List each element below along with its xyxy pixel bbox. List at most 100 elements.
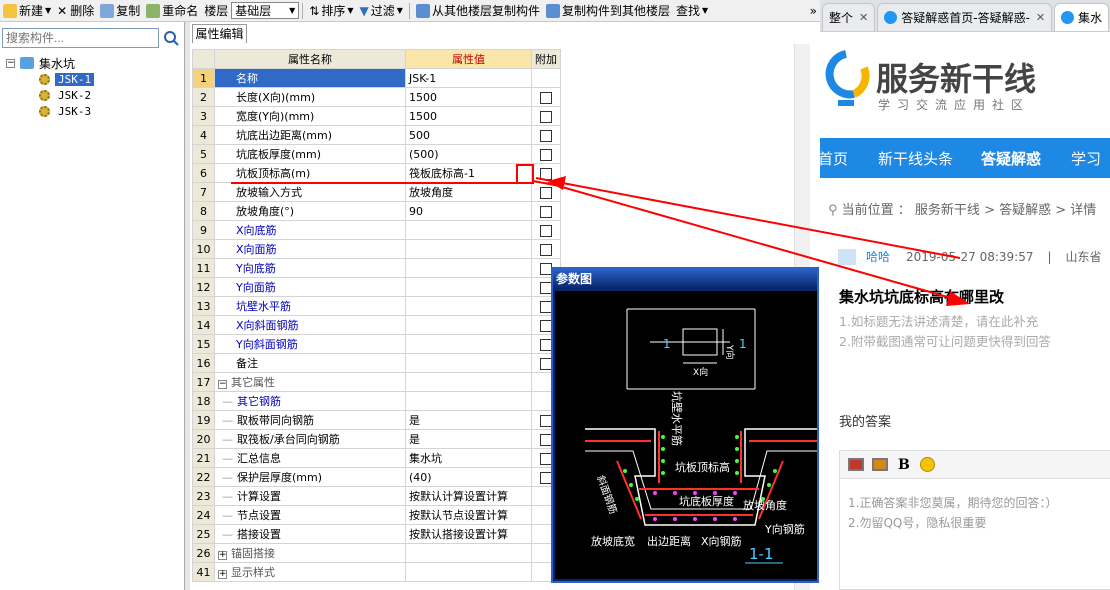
emoji-icon[interactable] xyxy=(919,457,935,472)
extra-cell[interactable] xyxy=(531,201,561,221)
table-row[interactable]: 6 坑板顶标高(m) 筏板底标高-1 xyxy=(192,163,561,183)
search-button[interactable] xyxy=(160,28,182,48)
property-name-cell[interactable]: X向面筋 xyxy=(214,239,406,259)
table-row[interactable]: 24— 节点设置 按默认节点设置计算 xyxy=(192,505,561,525)
table-row[interactable]: 20— 取筏板/承台同向钢筋是 xyxy=(192,429,561,449)
close-icon[interactable]: ✕ xyxy=(1036,11,1045,24)
header-value[interactable]: 属性值 xyxy=(405,49,532,69)
property-name-cell[interactable]: + 显示样式 xyxy=(214,562,406,582)
property-value-cell[interactable] xyxy=(405,296,532,316)
property-value-cell[interactable] xyxy=(405,277,532,297)
property-value-cell[interactable] xyxy=(405,391,532,411)
property-value-cell[interactable] xyxy=(405,258,532,278)
property-name-cell[interactable]: X向斜面钢筋 xyxy=(214,315,406,335)
property-name-cell[interactable]: — 取板带同向钢筋 xyxy=(214,410,406,430)
property-name-cell[interactable]: 坑底出边距离(mm) xyxy=(214,125,406,145)
property-name-cell[interactable]: Y向斜面钢筋 xyxy=(214,334,406,354)
site-logo[interactable]: 服务新干线 学习交流应用社区 xyxy=(820,40,1110,130)
copy-to-floor-button[interactable]: 复制构件到其他楼层 xyxy=(543,1,673,21)
rename-button[interactable]: 重命名 xyxy=(143,1,201,21)
property-value-cell[interactable]: (500) xyxy=(405,144,532,164)
property-name-cell[interactable]: 备注 xyxy=(214,353,406,373)
table-row[interactable]: 3 宽度(Y向)(mm) 1500 xyxy=(192,106,561,126)
attach-checkbox[interactable] xyxy=(540,205,552,218)
extra-cell[interactable] xyxy=(531,106,561,126)
browser-tab-active[interactable]: 集水 xyxy=(1054,3,1110,31)
attach-checkbox[interactable] xyxy=(540,224,552,237)
close-icon[interactable]: ✕ xyxy=(859,11,868,24)
table-row[interactable]: 12 Y向面筋 xyxy=(192,277,561,297)
header-name[interactable]: 属性名称 xyxy=(214,49,406,69)
extra-cell[interactable] xyxy=(531,87,561,107)
property-name-cell[interactable]: 坑板顶标高(m) xyxy=(214,163,406,183)
property-value-cell[interactable] xyxy=(405,334,532,354)
delete-button[interactable]: ✕ 删除 xyxy=(54,1,97,21)
table-row[interactable]: 13 坑壁水平筋 xyxy=(192,296,561,316)
property-name-cell[interactable]: Y向底筋 xyxy=(214,258,406,278)
extra-cell[interactable] xyxy=(531,125,561,145)
expand-icon[interactable]: + xyxy=(218,551,227,560)
find-button[interactable]: 查找 ▼ xyxy=(673,1,711,21)
table-row[interactable]: 16 备注 xyxy=(192,353,561,373)
extra-cell[interactable] xyxy=(531,239,561,259)
toolbar-overflow-button[interactable]: » xyxy=(807,1,820,21)
property-value-cell[interactable] xyxy=(405,543,532,563)
search-input[interactable] xyxy=(2,28,159,48)
attach-checkbox[interactable] xyxy=(540,186,552,199)
property-name-cell[interactable]: — 搭接设置 xyxy=(214,524,406,544)
extra-cell[interactable] xyxy=(531,220,561,240)
property-value-cell[interactable]: JSK-1 xyxy=(405,68,532,88)
property-value-cell[interactable]: 集水坑 xyxy=(405,448,532,468)
attach-checkbox[interactable] xyxy=(540,110,552,123)
table-row[interactable]: 5 坑底板厚度(mm) (500) xyxy=(192,144,561,164)
new-button[interactable]: 新建 ▼ xyxy=(0,1,54,21)
attach-checkbox[interactable] xyxy=(540,148,552,161)
browser-tab[interactable]: 整个 ✕ xyxy=(822,3,876,31)
property-value-cell[interactable]: 按默认搭接设置计算 xyxy=(405,524,532,544)
property-name-cell[interactable]: 放坡角度(°) xyxy=(214,201,406,221)
floor-select[interactable]: 基础层 ▼ xyxy=(231,2,300,19)
property-name-cell[interactable]: — 汇总信息 xyxy=(214,448,406,468)
attach-checkbox[interactable] xyxy=(540,91,552,104)
nav-learning[interactable]: 学习 xyxy=(1071,148,1101,169)
browser-tab[interactable]: 答疑解惑首页-答疑解惑- ✕ xyxy=(877,3,1053,31)
property-value-cell[interactable] xyxy=(405,315,532,335)
property-value-cell[interactable]: 按默认计算设置计算 xyxy=(405,486,532,506)
property-name-cell[interactable]: 长度(X向)(mm) xyxy=(214,87,406,107)
property-name-cell[interactable]: 名称 xyxy=(214,68,406,88)
image-icon[interactable] xyxy=(848,458,864,471)
table-row[interactable]: 11 Y向底筋 xyxy=(192,258,561,278)
nav-headlines[interactable]: 新干线头条 xyxy=(878,148,953,169)
property-value-cell[interactable]: 放坡角度 xyxy=(405,182,532,202)
property-name-cell[interactable]: − 其它属性 xyxy=(214,372,406,392)
property-value-cell[interactable] xyxy=(405,353,532,373)
property-name-cell[interactable]: — 计算设置 xyxy=(214,486,406,506)
sort-button[interactable]: ⇅ 排序 ▼ xyxy=(306,1,356,21)
author[interactable]: 哈哈 xyxy=(866,248,890,265)
table-row[interactable]: 21— 汇总信息 集水坑 xyxy=(192,448,561,468)
tree-root[interactable]: − 集水坑 xyxy=(6,55,94,71)
table-row[interactable]: 19— 取板带同向钢筋是 xyxy=(192,410,561,430)
attach-checkbox[interactable] xyxy=(540,167,552,180)
tree-item[interactable]: JSK-2 xyxy=(39,87,94,103)
table-row[interactable]: 23— 计算设置 按默认计算设置计算 xyxy=(192,486,561,506)
answer-editor[interactable]: B 1.正确答案非您莫属，期待您的回答：） 2.勿留QQ号，隐私很重要 xyxy=(839,450,1110,590)
property-name-cell[interactable]: — 保护层厚度(mm) xyxy=(214,467,406,487)
tree-item[interactable]: JSK-3 xyxy=(39,103,94,119)
extra-cell[interactable] xyxy=(531,163,561,183)
copy-from-floor-button[interactable]: 从其他楼层复制构件 xyxy=(413,1,543,21)
property-name-cell[interactable]: — 节点设置 xyxy=(214,505,406,525)
expand-icon[interactable]: − xyxy=(218,380,227,389)
table-row[interactable]: 7 放坡输入方式 放坡角度 xyxy=(192,182,561,202)
property-value-cell[interactable]: 1500 xyxy=(405,106,532,126)
extra-cell[interactable] xyxy=(531,144,561,164)
table-row[interactable]: 1 名称 JSK-1 xyxy=(192,68,561,88)
property-name-cell[interactable]: + 锚固搭接 xyxy=(214,543,406,563)
property-value-cell[interactable] xyxy=(405,220,532,240)
property-name-cell[interactable]: — 取筏板/承台同向钢筋 xyxy=(214,429,406,449)
property-name-cell[interactable]: 坑底板厚度(mm) xyxy=(214,144,406,164)
property-value-cell[interactable]: 筏板底标高-1 xyxy=(405,163,532,183)
attach-checkbox[interactable] xyxy=(540,243,552,256)
property-name-cell[interactable]: — 其它钢筋 xyxy=(214,391,406,411)
table-row[interactable]: 17− 其它属性 xyxy=(192,372,561,392)
